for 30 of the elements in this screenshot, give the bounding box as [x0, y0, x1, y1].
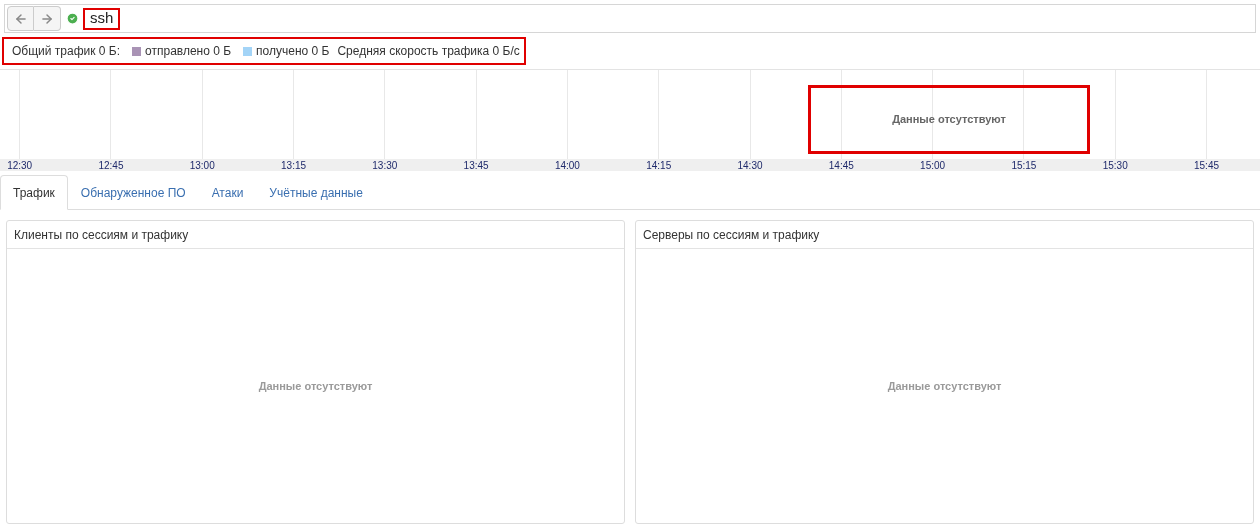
time-tick-label: 12:30: [7, 159, 33, 171]
tab[interactable]: Атаки: [198, 175, 257, 210]
time-tick-label: 14:45: [828, 159, 854, 171]
time-tick-label: 15:45: [1194, 159, 1219, 171]
legend-label: отправлено 0 Б: [145, 43, 232, 60]
panel-title: Клиенты по сессиям и трафику: [14, 226, 189, 244]
time-tick-label: 15:00: [920, 159, 946, 171]
time-tick-label: 13:00: [189, 159, 215, 171]
back-button[interactable]: [7, 6, 34, 31]
time-tick-label: 14:15: [646, 159, 672, 171]
tab[interactable]: Обнаруженное ПО: [67, 175, 199, 210]
search-field[interactable]: ssh: [83, 7, 121, 30]
time-tick-label: 13:30: [372, 159, 398, 171]
forward-button[interactable]: [34, 6, 61, 31]
time-tick-label: 12:45: [98, 159, 124, 171]
no-data-message: Данные отсутствуют: [258, 378, 373, 394]
time-tick-label: 15:15: [1011, 159, 1037, 171]
time-tick-label: 13:15: [281, 159, 307, 171]
legend-label: получено 0 Б: [256, 43, 330, 60]
summary-text: Средняя скорость трафика 0 Б/с: [337, 43, 520, 60]
time-tick-label: 13:45: [463, 159, 489, 171]
tab[interactable]: Учётные данные: [256, 175, 376, 210]
time-tick-label: 14:00: [554, 159, 580, 171]
time-tick-label: 14:30: [737, 159, 763, 171]
summary-text: Общий трафик 0 Б:: [12, 43, 121, 60]
panel-title: Серверы по сессиям и трафику: [643, 226, 820, 244]
no-data-message: Данные отсутствуют: [808, 85, 1090, 154]
no-data-message: Данные отсутствуют: [887, 378, 1002, 394]
time-tick-label: 15:30: [1102, 159, 1128, 171]
tab[interactable]: Трафик: [0, 175, 68, 210]
